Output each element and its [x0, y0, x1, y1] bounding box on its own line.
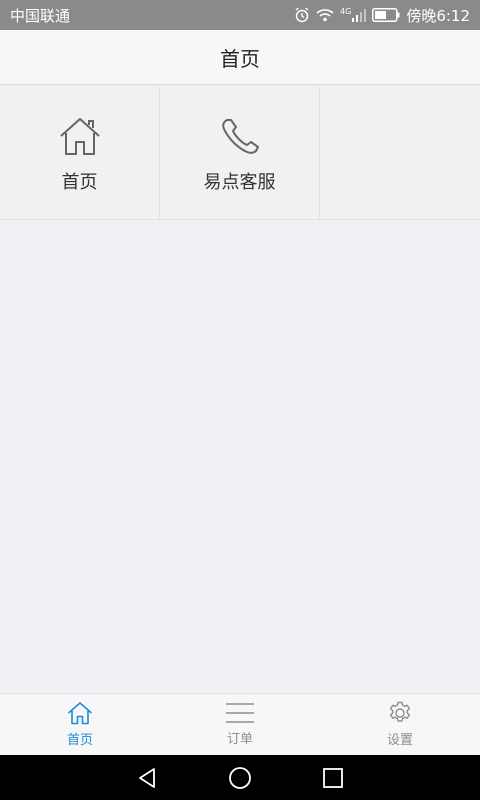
- grid-item-empty: [320, 86, 480, 220]
- list-icon: [226, 703, 254, 723]
- back-icon: [138, 767, 155, 788]
- grid-item-label: 首页: [61, 172, 98, 193]
- home-circle-icon: [229, 766, 251, 789]
- recent-apps-icon: [323, 767, 344, 788]
- phone-icon: [221, 119, 259, 154]
- clock-label: 傍晚6:12: [406, 6, 470, 25]
- page-title: 首页: [220, 46, 260, 71]
- bottom-tab-bar: 首页 订单 设置: [0, 693, 480, 755]
- grid-item-home[interactable]: 首页: [0, 86, 160, 220]
- tab-label: 首页: [66, 733, 93, 748]
- tab-label: 设置: [386, 733, 413, 748]
- feature-grid: 首页 易点客服: [0, 86, 480, 220]
- home-icon: [59, 118, 100, 155]
- tab-label: 订单: [226, 732, 253, 747]
- network-type-label: 4G: [340, 7, 352, 16]
- grid-item-label: 易点客服: [203, 172, 276, 193]
- tab-home[interactable]: 首页: [0, 694, 160, 755]
- tab-orders[interactable]: 订单: [160, 694, 320, 755]
- home-nav-button[interactable]: [220, 758, 260, 798]
- wifi-icon: [316, 9, 334, 22]
- alarm-icon: [295, 7, 309, 23]
- battery-icon: [372, 8, 400, 22]
- signal-icon: [352, 9, 367, 22]
- status-bar: 中国联通 4G 傍晚6:12: [0, 0, 480, 30]
- recent-apps-button[interactable]: [313, 758, 353, 798]
- status-icons: 4G 傍晚6:12: [294, 5, 470, 26]
- tab-settings[interactable]: 设置: [320, 694, 480, 755]
- back-button[interactable]: [127, 758, 167, 798]
- home-icon: [67, 702, 93, 725]
- gear-icon: [390, 701, 410, 722]
- app-header: 首页: [0, 30, 480, 85]
- system-nav-bar: [0, 755, 480, 800]
- grid-item-customer-service[interactable]: 易点客服: [160, 86, 320, 220]
- carrier-label: 中国联通: [10, 6, 71, 25]
